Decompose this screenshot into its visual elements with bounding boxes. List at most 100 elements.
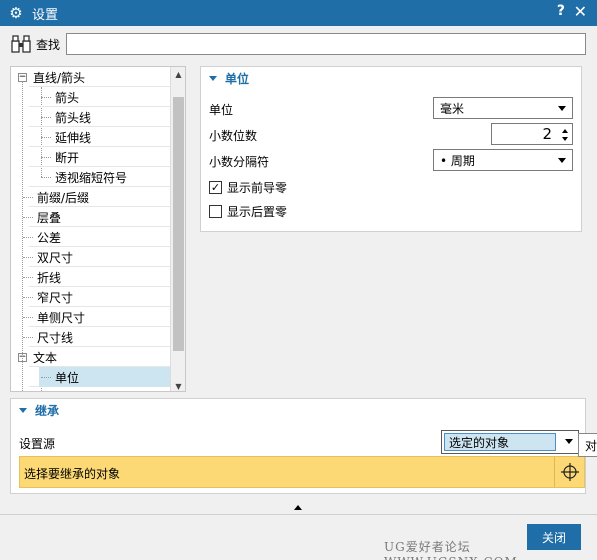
tree-item[interactable]: − 直线/箭头: [11, 67, 171, 87]
tree-item[interactable]: 箭头线: [39, 107, 171, 127]
tree-item[interactable]: 尺寸线: [11, 327, 171, 347]
source-value: 选定的对象: [444, 433, 556, 451]
collapse-triangle-icon[interactable]: [209, 75, 217, 81]
tree-item[interactable]: − 文本: [11, 347, 171, 367]
decimals-label: 小数位数: [209, 129, 258, 143]
unit-value: 毫米: [440, 101, 465, 116]
tree-item[interactable]: 公差: [11, 227, 171, 247]
tree-item[interactable]: 方向和位置: [39, 387, 171, 392]
footer-divider: [0, 514, 597, 515]
tree-item[interactable]: 折线: [11, 267, 171, 287]
units-section-title: 单位: [225, 71, 250, 86]
decimals-value: 2: [542, 125, 552, 143]
tree-item[interactable]: 箭头: [39, 87, 171, 107]
binoculars-icon: [10, 34, 32, 54]
tree-item-label: 箭头线: [55, 110, 92, 125]
chevron-down-icon: [558, 106, 566, 111]
separator-dropdown[interactable]: • 周期: [433, 149, 573, 171]
separator-label: 小数分隔符: [209, 155, 270, 169]
tree-item-label: 直线/箭头: [33, 70, 86, 85]
tree-item[interactable]: 断开: [39, 147, 171, 167]
tree-branch-line: [23, 317, 33, 318]
tree-item[interactable]: 层叠: [11, 207, 171, 227]
select-prompt: 选择要继承的对象: [24, 467, 121, 481]
units-section-header[interactable]: 单位: [201, 67, 249, 89]
tree-scrollbar[interactable]: ▲ ▼: [170, 67, 185, 391]
tree-item-label: 层叠: [37, 210, 62, 225]
tree-item[interactable]: 透视缩短符号: [39, 167, 171, 187]
scroll-down-icon[interactable]: ▼: [171, 379, 185, 391]
help-button[interactable]: ?: [557, 3, 565, 19]
trailing-zeros-label: 显示后置零: [227, 205, 288, 219]
chevron-down-icon: [565, 439, 573, 444]
decimals-stepper[interactable]: 2: [491, 123, 573, 145]
gear-icon: ⚙: [9, 3, 23, 22]
tree-item-label: 公差: [37, 230, 62, 245]
tree-branch-line: [41, 157, 51, 158]
unit-label: 单位: [209, 103, 234, 117]
tree-item-label: 窄尺寸: [37, 290, 74, 305]
title-bar: ⚙ 设置 ? ✕: [0, 0, 597, 26]
tree-item-label: 单位: [55, 370, 80, 385]
tooltip: 对: [578, 433, 597, 457]
search-input[interactable]: [66, 33, 586, 55]
tree-branch-line: [23, 277, 33, 278]
tree-item-label: 尺寸线: [37, 330, 74, 345]
leading-zeros-label: 显示前导零: [227, 181, 288, 195]
tree-branch-line: [41, 377, 51, 378]
tree-item[interactable]: 窄尺寸: [11, 287, 171, 307]
search-row: 查找: [10, 32, 590, 56]
spin-up-icon[interactable]: [562, 129, 568, 133]
separator-value: • 周期: [440, 153, 475, 168]
unit-dropdown[interactable]: 毫米: [433, 97, 573, 119]
crosshair-select-button[interactable]: [554, 457, 584, 487]
tree-item[interactable]: 前缀/后缀: [11, 187, 171, 207]
tree-item-label: 断开: [55, 150, 80, 165]
spin-down-icon[interactable]: [562, 137, 568, 141]
inherit-section-title: 继承: [35, 403, 60, 418]
tree-item-label: 箭头: [55, 90, 80, 105]
source-dropdown[interactable]: 选定的对象: [441, 430, 579, 454]
tree-branch-line: [41, 97, 51, 98]
tree-branch-line: [23, 217, 33, 218]
window-title: 设置: [32, 7, 59, 23]
select-object-bar[interactable]: 选择要继承的对象: [19, 456, 585, 488]
tree-guide-line: [22, 81, 23, 391]
tree-item-label: 双尺寸: [37, 250, 74, 265]
tree-item-label: 前缀/后缀: [37, 190, 90, 205]
settings-tree[interactable]: 方向和位置 单位 −文本 尺寸线 单侧尺寸 窄尺寸 折线 双尺寸 公差 层叠 前缀/后缀 透视缩短符号…: [10, 66, 186, 392]
tree-item-label: 透视缩短符号: [55, 170, 128, 185]
tree-item-label: 折线: [37, 270, 62, 285]
search-label: 查找: [36, 37, 61, 52]
tree-item-label: 单侧尺寸: [37, 310, 86, 325]
scroll-up-icon[interactable]: ▲: [171, 67, 185, 81]
tree-branch-line: [23, 337, 33, 338]
leading-zeros-checkbox[interactable]: ✓ 显示前导零: [209, 179, 287, 196]
checkbox-icon[interactable]: ✓: [209, 181, 222, 194]
tree-branch-line: [41, 117, 51, 118]
chevron-down-icon: [558, 158, 566, 163]
checkbox-icon[interactable]: [209, 205, 222, 218]
tree-item[interactable]: 单侧尺寸: [11, 307, 171, 327]
tree-item[interactable]: 单位: [39, 367, 171, 387]
watermark: UG爱好者论坛 WWW.UGSNX.COM: [384, 540, 517, 560]
crosshair-icon: [560, 463, 579, 481]
tree-item[interactable]: 双尺寸: [11, 247, 171, 267]
tree-branch-line: [23, 197, 33, 198]
tree-branch-line: [23, 257, 33, 258]
tree-item[interactable]: 延伸线: [39, 127, 171, 147]
units-panel: 单位 单位 毫米 小数位数 2 小数分隔符 • 周期 ✓ 显示前导零 显示后置零: [200, 66, 582, 232]
source-label: 设置源: [19, 437, 56, 451]
inherit-section-header[interactable]: 继承: [11, 399, 59, 421]
tree-branch-line: [23, 297, 33, 298]
close-window-button[interactable]: ✕: [574, 2, 587, 21]
tree-branch-line: [41, 177, 51, 178]
tree-item-label: 文本: [33, 350, 58, 365]
collapse-up-icon[interactable]: [294, 505, 302, 510]
collapse-triangle-icon[interactable]: [19, 407, 27, 413]
trailing-zeros-checkbox[interactable]: 显示后置零: [209, 203, 287, 220]
tree-branch-line: [41, 137, 51, 138]
tree-branch-line: [23, 237, 33, 238]
tree-item-label: 延伸线: [55, 130, 92, 145]
scroll-thumb[interactable]: [173, 97, 184, 351]
